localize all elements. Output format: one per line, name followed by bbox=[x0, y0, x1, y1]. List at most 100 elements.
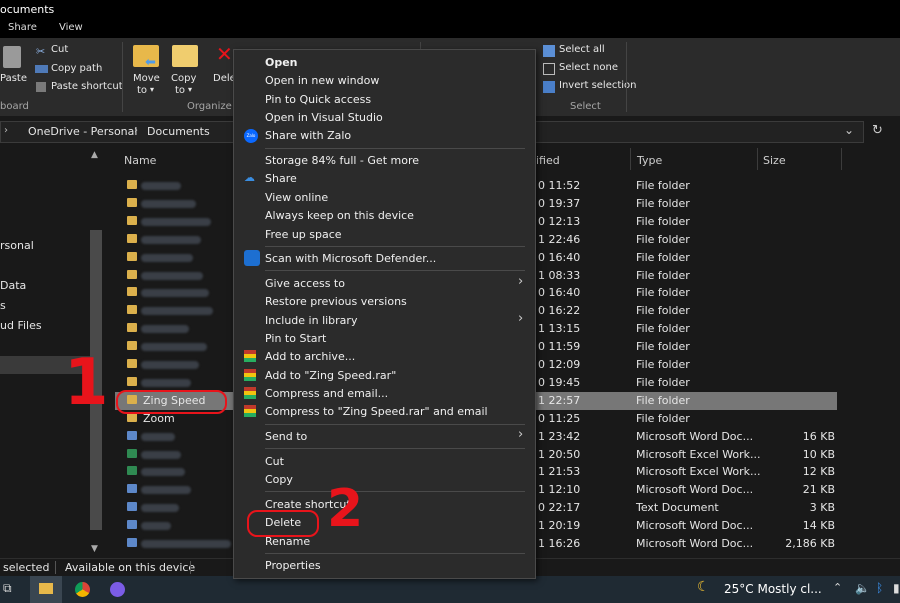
row-type: Microsoft Word Doc... bbox=[636, 519, 754, 533]
context-menu: Open Open in new window Pin to Quick acc… bbox=[233, 49, 536, 579]
menu-item-give-access[interactable]: Give access to bbox=[265, 277, 345, 290]
row-type: File folder bbox=[636, 268, 690, 282]
selection-status: selected bbox=[3, 561, 50, 574]
menu-item-send-to[interactable]: Send to bbox=[265, 430, 307, 443]
menu-item-cut[interactable]: Cut bbox=[265, 455, 284, 468]
row-size: 21 KB bbox=[802, 483, 835, 497]
winrar-icon bbox=[244, 350, 256, 362]
weather-moon-icon[interactable]: ☾ bbox=[697, 579, 710, 595]
column-divider[interactable] bbox=[841, 148, 842, 170]
chrome-icon[interactable] bbox=[75, 582, 90, 597]
clipboard-group-label: board bbox=[0, 101, 29, 112]
column-divider[interactable] bbox=[630, 148, 631, 170]
menu-item-pin-quick-access[interactable]: Pin to Quick access bbox=[265, 93, 371, 106]
redacted-name bbox=[141, 253, 193, 262]
folder-icon bbox=[127, 359, 137, 368]
menu-item-storage[interactable]: Storage 84% full - Get more bbox=[265, 154, 419, 167]
row-modified: 0 16:40 bbox=[538, 286, 581, 300]
chevron-right-icon: › bbox=[4, 125, 8, 136]
breadcrumb-documents[interactable]: Documents bbox=[147, 125, 210, 138]
copy-to-button[interactable]: Copy bbox=[171, 73, 196, 84]
row-size: 12 KB bbox=[802, 465, 835, 479]
ribbon-divider bbox=[122, 42, 123, 112]
menu-item-view-online[interactable]: View online bbox=[265, 191, 328, 204]
row-modified: 0 11:52 bbox=[538, 179, 581, 192]
menu-item-properties[interactable]: Properties bbox=[265, 559, 321, 572]
tray-chevron-up-icon[interactable]: ⌃ bbox=[833, 581, 842, 594]
row-type: File folder bbox=[636, 393, 690, 407]
messenger-icon[interactable] bbox=[110, 582, 125, 597]
step-1-highlight-ring bbox=[116, 390, 227, 414]
menu-item-restore-versions[interactable]: Restore previous versions bbox=[265, 295, 407, 308]
menu-item-open-new-window[interactable]: Open in new window bbox=[265, 74, 379, 87]
row-size: 10 KB bbox=[802, 447, 835, 461]
nav-item-onedrive-personal[interactable]: rsonal bbox=[0, 239, 34, 252]
menu-item-free-up-space[interactable]: Free up space bbox=[265, 228, 342, 241]
row-modified: 0 22:17 bbox=[538, 501, 581, 515]
bluetooth-icon[interactable]: ᛒ bbox=[876, 581, 883, 595]
menu-item-compress-email[interactable]: Compress and email... bbox=[265, 387, 388, 400]
folder-icon bbox=[127, 269, 137, 279]
weather-text[interactable]: 25°C Mostly cl... bbox=[724, 582, 822, 596]
menu-item-add-archive[interactable]: Add to archive... bbox=[265, 350, 355, 363]
ribbon-divider bbox=[626, 42, 627, 112]
redacted-name bbox=[141, 504, 179, 513]
task-view-icon[interactable]: ⧉ bbox=[3, 581, 12, 596]
column-header-type[interactable]: Type bbox=[637, 154, 662, 167]
scroll-down-icon[interactable]: ▼ bbox=[91, 544, 98, 554]
tab-share[interactable]: Share bbox=[8, 22, 37, 33]
menu-item-always-keep[interactable]: Always keep on this device bbox=[265, 209, 414, 222]
network-icon[interactable]: ▮ bbox=[893, 581, 900, 595]
column-header-modified[interactable]: ified bbox=[536, 154, 560, 167]
menu-item-include-library[interactable]: Include in library bbox=[265, 314, 357, 327]
file-explorer-icon bbox=[39, 583, 53, 594]
dropdown-chevron-icon[interactable]: ⌄ bbox=[844, 123, 854, 137]
menu-item-scan-defender[interactable]: Scan with Microsoft Defender... bbox=[265, 252, 436, 265]
nav-item-cloud-files[interactable]: ud Files bbox=[0, 319, 42, 332]
redacted-name bbox=[141, 235, 201, 244]
tab-view[interactable]: View bbox=[59, 22, 83, 33]
column-header-size[interactable]: Size bbox=[763, 154, 786, 167]
invert-selection-button[interactable]: Invert selection bbox=[559, 80, 637, 91]
menu-item-copy[interactable]: Copy bbox=[265, 473, 293, 486]
menu-item-share[interactable]: Share bbox=[265, 172, 297, 185]
column-header-name[interactable]: Name bbox=[124, 154, 156, 167]
menu-item-add-rar[interactable]: Add to "Zing Speed.rar" bbox=[265, 369, 396, 382]
taskbar-explorer-button[interactable] bbox=[30, 576, 62, 603]
row-type: File folder bbox=[636, 322, 690, 336]
refresh-icon[interactable]: ↻ bbox=[872, 123, 883, 138]
row-modified: 0 16:22 bbox=[538, 304, 581, 318]
volume-icon[interactable]: 🔈 bbox=[855, 581, 870, 595]
copy-to-label: to bbox=[175, 85, 186, 96]
copy-path-button[interactable]: Copy path bbox=[51, 63, 102, 74]
submenu-arrow-icon: › bbox=[518, 427, 524, 442]
folder-icon bbox=[127, 376, 137, 386]
folder-icon bbox=[127, 251, 137, 261]
breadcrumb-onedrive[interactable]: OneDrive - Personal bbox=[28, 125, 137, 138]
defender-shield-icon bbox=[244, 250, 260, 266]
row-type: Microsoft Excel Work... bbox=[636, 447, 761, 461]
column-divider[interactable] bbox=[757, 148, 758, 170]
file-icon bbox=[127, 502, 137, 512]
nav-item-data[interactable]: Data bbox=[0, 279, 26, 292]
nav-item-s[interactable]: s bbox=[0, 299, 6, 312]
row-type: Text Document bbox=[636, 501, 719, 515]
row-type: File folder bbox=[636, 340, 690, 354]
menu-item-pin-start[interactable]: Pin to Start bbox=[265, 332, 326, 345]
redacted-name bbox=[141, 325, 189, 334]
select-all-button[interactable]: Select all bbox=[559, 44, 605, 55]
paste-shortcut-button[interactable]: Paste shortcut bbox=[51, 81, 123, 92]
title-bar: ocuments bbox=[0, 0, 900, 20]
menu-item-open[interactable]: Open bbox=[265, 56, 298, 69]
paste-button[interactable]: Paste bbox=[0, 73, 27, 84]
select-none-button[interactable]: Select none bbox=[559, 62, 618, 73]
move-to-button[interactable]: Move bbox=[133, 73, 160, 84]
cut-button[interactable]: Cut bbox=[51, 44, 68, 55]
menu-item-compress-rar-email[interactable]: Compress to "Zing Speed.rar" and email bbox=[265, 405, 488, 418]
menu-item-share-zalo[interactable]: Share with Zalo bbox=[265, 129, 351, 142]
menu-separator bbox=[265, 553, 525, 554]
row-size: 16 KB bbox=[802, 429, 835, 443]
row-size: 14 KB bbox=[802, 519, 835, 533]
menu-item-open-visual-studio[interactable]: Open in Visual Studio bbox=[265, 111, 383, 124]
scroll-up-icon[interactable]: ▲ bbox=[91, 150, 98, 160]
